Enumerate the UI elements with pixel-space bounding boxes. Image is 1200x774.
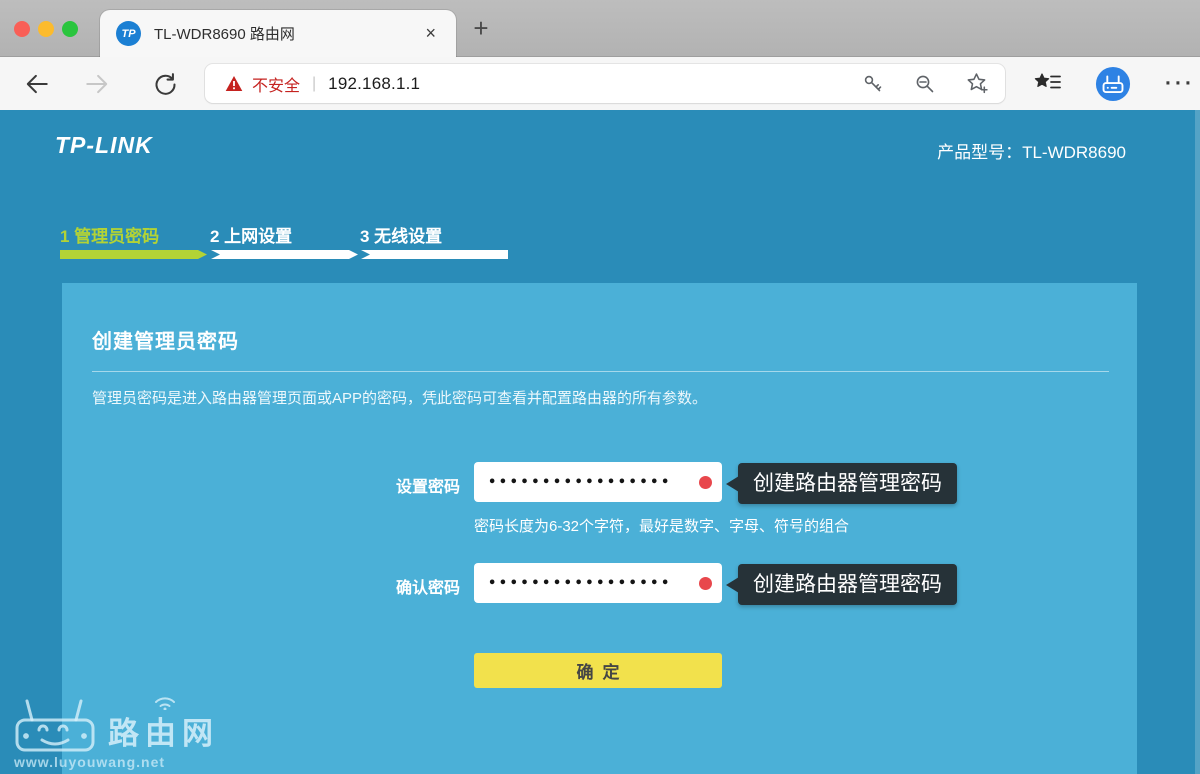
set-password-input[interactable] xyxy=(474,462,722,502)
confirm-password-label: 确认密码 xyxy=(312,574,460,598)
browser-menu-button[interactable]: ··· xyxy=(1162,66,1198,102)
step-bar-inactive xyxy=(361,250,508,259)
ellipsis-icon: ··· xyxy=(1165,72,1195,96)
set-password-tooltip: 创建路由器管理密码 xyxy=(738,463,957,504)
tab-title: TL-WDR8690 路由网 xyxy=(154,23,417,44)
url-text[interactable]: 192.168.1.1 xyxy=(328,74,420,94)
title-divider xyxy=(92,371,1109,372)
forward-arrow-icon xyxy=(84,71,110,97)
back-button[interactable] xyxy=(19,66,55,102)
security-warning-icon xyxy=(225,75,243,92)
step-admin-password[interactable]: 1 管理员密码 xyxy=(60,222,159,247)
watermark-site-name: 路由网 xyxy=(108,708,219,753)
zoom-out-icon[interactable] xyxy=(914,73,936,95)
site-watermark: 路由网 www.luyouwang.net xyxy=(12,696,242,774)
security-status-label[interactable]: 不安全 xyxy=(252,72,300,96)
step-bar-inactive xyxy=(211,250,358,259)
confirm-password-field-wrap xyxy=(474,563,722,603)
router-extension-icon xyxy=(1095,65,1131,103)
add-favorite-icon[interactable] xyxy=(966,72,989,95)
address-separator: | xyxy=(312,75,316,93)
navigation-bar: 不安全 | 192.168.1.1 xyxy=(0,57,1200,110)
wifi-icon xyxy=(152,694,178,710)
step-internet-settings[interactable]: 2 上网设置 xyxy=(210,222,292,247)
window-close-button[interactable] xyxy=(14,21,30,37)
forward-button xyxy=(79,66,115,102)
reload-icon xyxy=(152,71,179,98)
step-wireless-settings[interactable]: 3 无线设置 xyxy=(360,222,442,247)
reload-button[interactable] xyxy=(147,66,183,102)
set-password-label: 设置密码 xyxy=(312,473,460,497)
router-setup-page: TP-LINK 产品型号：TL-WDR8690 1 管理员密码 2 上网设置 3… xyxy=(0,110,1200,774)
back-arrow-icon xyxy=(24,71,50,97)
tab-favicon-icon: TP xyxy=(116,21,141,46)
step-bar-active xyxy=(60,250,207,259)
tab-bar: TP TL-WDR8690 路由网 × + xyxy=(0,0,1200,57)
confirm-password-tooltip: 创建路由器管理密码 xyxy=(738,564,957,605)
tab-close-icon[interactable]: × xyxy=(417,21,444,46)
saved-passwords-icon[interactable] xyxy=(862,73,884,95)
required-dot-icon xyxy=(699,476,712,489)
window-minimize-button[interactable] xyxy=(38,21,54,37)
browser-tab[interactable]: TP TL-WDR8690 路由网 × xyxy=(100,10,456,57)
product-model-label: 产品型号：TL-WDR8690 xyxy=(937,138,1126,163)
browser-window: TP TL-WDR8690 路由网 × + xyxy=(0,0,1200,774)
router-logo-icon xyxy=(12,696,100,754)
address-bar[interactable]: 不安全 | 192.168.1.1 xyxy=(205,64,1005,103)
panel-title: 创建管理员密码 xyxy=(92,325,239,354)
required-dot-icon xyxy=(699,577,712,590)
set-password-field-wrap xyxy=(474,462,722,502)
new-tab-button[interactable]: + xyxy=(467,14,495,42)
favorites-list-button[interactable] xyxy=(1030,66,1066,102)
watermark-site-url: www.luyouwang.net xyxy=(14,754,165,770)
window-zoom-button[interactable] xyxy=(62,21,78,37)
confirm-password-input[interactable] xyxy=(474,563,722,603)
page-scrollbar[interactable] xyxy=(1195,110,1200,774)
favorites-list-icon xyxy=(1034,71,1062,97)
panel-description: 管理员密码是进入路由器管理页面或APP的密码，凭此密码可查看并配置路由器的所有参… xyxy=(92,387,707,408)
confirm-button[interactable]: 确定 xyxy=(474,653,722,688)
tplink-logo: TP-LINK xyxy=(55,132,153,159)
router-extension-button[interactable] xyxy=(1095,66,1131,102)
password-hint: 密码长度为6-32个字符，最好是数字、字母、符号的组合 xyxy=(474,515,849,536)
